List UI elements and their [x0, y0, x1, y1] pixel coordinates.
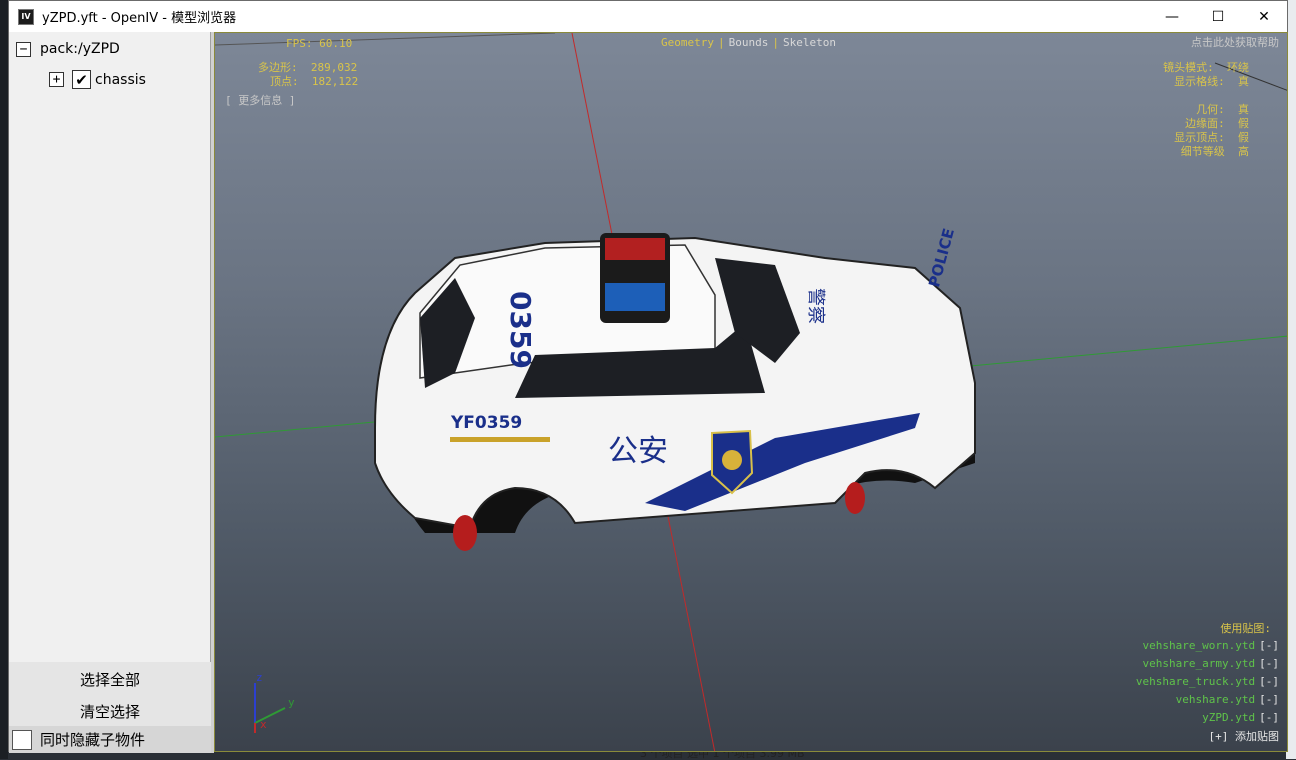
window-title: yZPD.yft - OpenIV - 模型浏览器 — [42, 11, 237, 26]
hide-children-label[interactable]: 同时隐藏子物件 — [40, 729, 145, 750]
tab-separator: | — [772, 36, 779, 49]
grid-line — [215, 33, 556, 46]
y-axis-label: y — [288, 696, 295, 709]
selection-panel: 选择全部 清空选择 同时隐藏子物件 — [9, 662, 211, 753]
tree-item-chassis[interactable]: + ✔ chassis — [49, 70, 146, 89]
tab-geometry[interactable]: Geometry — [658, 36, 717, 49]
polygon-count: 多边形: 289,032 — [258, 61, 358, 74]
show-vertices-setting[interactable]: 显示顶点: 假 — [1174, 131, 1249, 145]
texture-name: vehshare.ytd — [1175, 693, 1256, 706]
fps-readout: FPS: 60.10 — [286, 37, 353, 50]
minimize-button[interactable]: — — [1149, 1, 1195, 32]
scene-canvas — [215, 33, 1287, 751]
window-controls: — ☐ ✕ — [1149, 1, 1287, 32]
hood-text: 警察 — [805, 288, 826, 324]
vertex-count: 顶点: 182,122 — [270, 75, 359, 88]
model-tree-panel: − pack:/yZPD + ✔ chassis — [9, 32, 211, 662]
maximize-button[interactable]: ☐ — [1195, 1, 1241, 32]
texture-row: vehshare.ytd [-] — [1176, 691, 1279, 709]
texture-row: vehshare_army.ytd [-] — [1143, 655, 1279, 673]
tree-chassis-label[interactable]: chassis — [95, 72, 146, 88]
view-mode-tabs: Geometry | Bounds | Skeleton — [658, 36, 839, 49]
openiv-window: IV yZPD.yft - OpenIV - 模型浏览器 — ☐ ✕ − pac… — [8, 0, 1288, 753]
tree-item-root[interactable]: − pack:/yZPD — [16, 41, 120, 57]
texture-row: yZPD.ytd [-] — [1202, 709, 1279, 727]
help-link[interactable]: 点击此处获取帮助 — [1191, 36, 1279, 50]
close-button[interactable]: ✕ — [1241, 1, 1287, 32]
desktop-background-left — [0, 0, 8, 759]
texture-row: vehshare_worn.ytd [-] — [1143, 637, 1279, 655]
select-all-button[interactable]: 选择全部 — [9, 664, 211, 694]
remove-texture-button[interactable]: [-] — [1259, 709, 1279, 727]
lod-setting[interactable]: 细节等级 高 — [1181, 145, 1249, 159]
door-text: 公安 — [608, 434, 668, 469]
hide-children-row[interactable]: 同时隐藏子物件 — [9, 726, 211, 753]
tab-separator: | — [717, 36, 725, 49]
collapse-icon[interactable]: − — [16, 41, 31, 57]
add-texture-button[interactable]: [+] 添加贴图 — [1209, 730, 1280, 744]
show-grid-setting[interactable]: 显示格线: 真 — [1174, 75, 1249, 89]
texture-name: yZPD.ytd — [1202, 711, 1256, 724]
hide-children-checkbox[interactable] — [12, 729, 32, 750]
tree-root-label[interactable]: pack:/yZPD — [40, 41, 120, 57]
openiv-app-icon: IV — [18, 8, 34, 25]
roof-number-text: 0359 — [504, 291, 537, 369]
tab-bounds[interactable]: Bounds — [726, 36, 772, 49]
remove-texture-button[interactable]: [-] — [1259, 637, 1279, 655]
tab-skeleton[interactable]: Skeleton — [780, 36, 839, 49]
license-plate-text: YF0359 — [451, 413, 523, 433]
clear-selection-button[interactable]: 清空选择 — [9, 696, 211, 726]
texture-name: vehshare_army.ytd — [1142, 657, 1256, 670]
z-axis-label: z — [256, 671, 263, 684]
expand-icon[interactable]: + — [49, 72, 64, 87]
remove-texture-button[interactable]: [-] — [1259, 673, 1279, 691]
more-info-link[interactable]: [ 更多信息 ] — [225, 94, 296, 108]
edges-setting[interactable]: 边缘面: 假 — [1185, 117, 1249, 131]
remove-texture-button[interactable]: [-] — [1259, 691, 1279, 709]
3d-viewport[interactable]: YF0359 0359 公安 警察 POLICE FPS: 60.10 多边形:… — [214, 32, 1288, 752]
geometry-setting[interactable]: 几何: 真 — [1196, 103, 1249, 117]
title-bar[interactable]: IV yZPD.yft - OpenIV - 模型浏览器 — ☐ ✕ — [9, 1, 1287, 32]
camera-mode-setting[interactable]: 镜头模式: 环绕 — [1163, 61, 1249, 75]
texture-name: vehshare_truck.ytd — [1135, 675, 1256, 688]
chassis-visibility-checkbox[interactable]: ✔ — [72, 70, 91, 89]
texture-name: vehshare_worn.ytd — [1142, 639, 1256, 652]
texture-row: vehshare_truck.ytd [-] — [1136, 673, 1279, 691]
textures-title: 使用贴图: — [1220, 622, 1271, 635]
police-car-model — [374, 233, 976, 551]
x-axis-label: x — [260, 718, 267, 731]
remove-texture-button[interactable]: [-] — [1259, 655, 1279, 673]
